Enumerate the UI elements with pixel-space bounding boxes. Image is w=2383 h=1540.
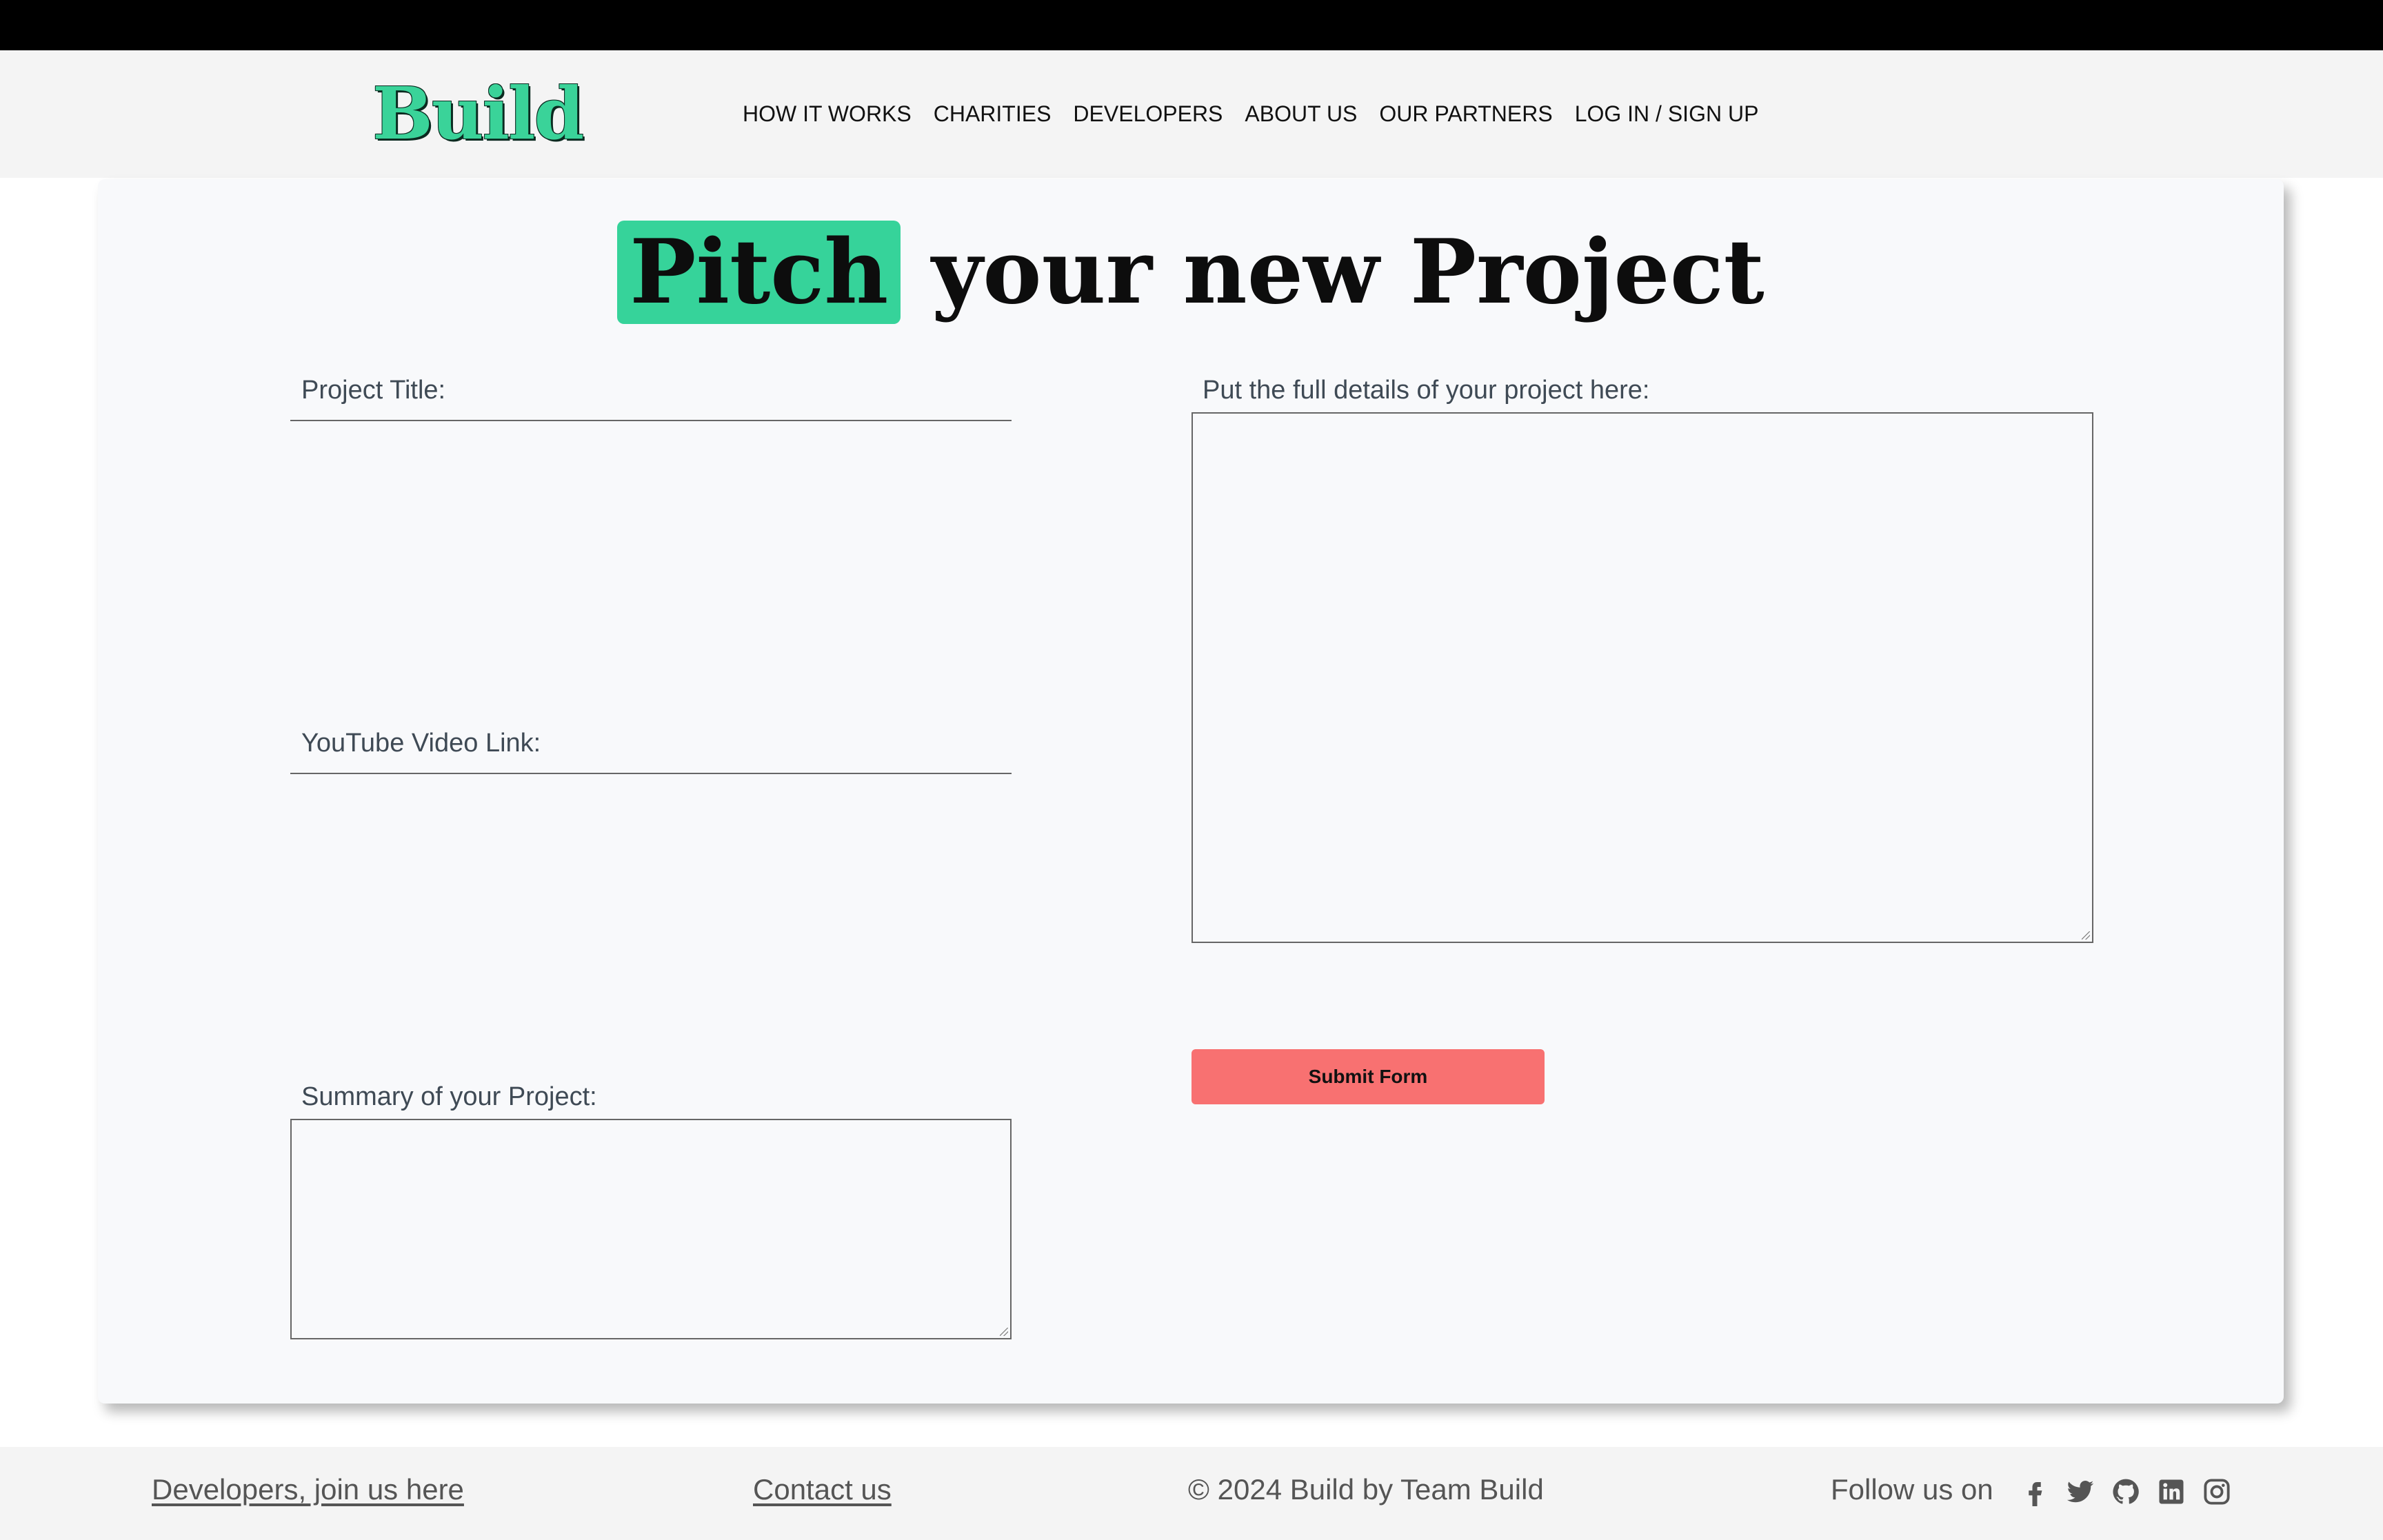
linkedin-icon[interactable] bbox=[2157, 1477, 2186, 1506]
logo[interactable]: Build bbox=[372, 71, 584, 156]
details-label: Put the full details of your project her… bbox=[1203, 376, 1650, 405]
nav-charities[interactable]: CHARITIES bbox=[934, 101, 1052, 127]
follow-us-text: Follow us on bbox=[1831, 1473, 1993, 1506]
pitch-form-card: Pitch your new Project Project Title: Yo… bbox=[98, 179, 2284, 1404]
facebook-icon[interactable] bbox=[2020, 1477, 2049, 1506]
page-title: Pitch your new Project bbox=[98, 221, 2284, 324]
site-footer: Developers, join us here Contact us © 20… bbox=[0, 1447, 2383, 1540]
project-title-label: Project Title: bbox=[301, 376, 446, 405]
twitter-icon[interactable] bbox=[2066, 1477, 2095, 1506]
summary-textarea[interactable] bbox=[290, 1119, 1012, 1339]
nav-about-us[interactable]: ABOUT US bbox=[1245, 101, 1357, 127]
submit-form-button[interactable]: Submit Form bbox=[1192, 1049, 1545, 1104]
instagram-icon[interactable] bbox=[2202, 1477, 2231, 1506]
contact-us-link[interactable]: Contact us bbox=[753, 1473, 892, 1506]
nav-login-signup[interactable]: LOG IN / SIGN UP bbox=[1575, 101, 1759, 127]
site-header: Build HOW IT WORKS CHARITIES DEVELOPERS … bbox=[0, 50, 2383, 178]
copyright-text: © 2024 Build by Team Build bbox=[1188, 1473, 1544, 1506]
summary-label: Summary of your Project: bbox=[301, 1082, 597, 1111]
nav-developers[interactable]: DEVELOPERS bbox=[1073, 101, 1223, 127]
details-textarea[interactable] bbox=[1192, 412, 2093, 943]
youtube-link-label: YouTube Video Link: bbox=[301, 729, 541, 758]
youtube-link-input[interactable] bbox=[290, 773, 1012, 774]
nav-our-partners[interactable]: OUR PARTNERS bbox=[1379, 101, 1552, 127]
heading-rest: your new Project bbox=[931, 221, 1764, 324]
main-nav: HOW IT WORKS CHARITIES DEVELOPERS ABOUT … bbox=[743, 50, 1780, 178]
project-title-input[interactable] bbox=[290, 420, 1012, 421]
developers-join-link[interactable]: Developers, join us here bbox=[152, 1473, 464, 1506]
heading-highlight: Pitch bbox=[617, 221, 901, 324]
github-icon[interactable] bbox=[2111, 1477, 2140, 1506]
top-black-bar bbox=[0, 0, 2383, 50]
nav-how-it-works[interactable]: HOW IT WORKS bbox=[743, 101, 912, 127]
social-links bbox=[2020, 1477, 2248, 1506]
